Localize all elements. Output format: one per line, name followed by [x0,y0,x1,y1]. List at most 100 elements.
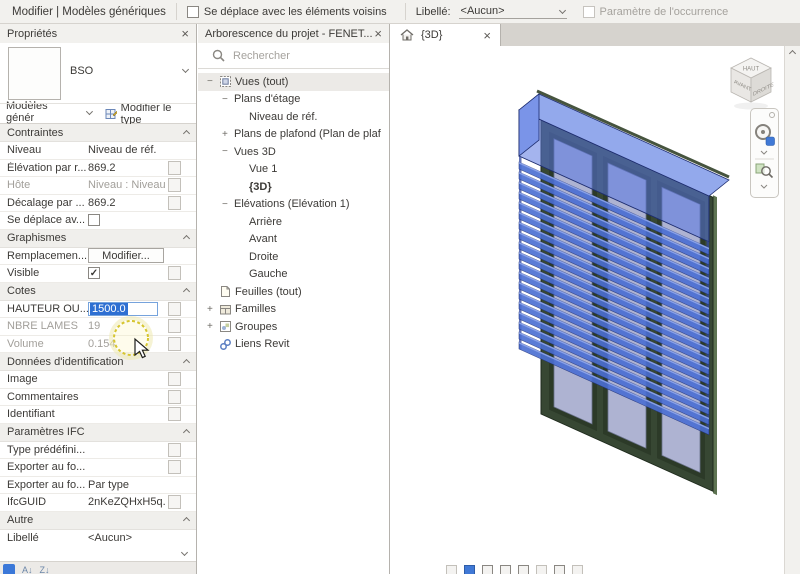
section-header[interactable]: Paramètres IFC [0,424,196,442]
expand-icon[interactable]: + [207,304,219,315]
associate-parameter-button[interactable] [168,337,181,351]
tree-item[interactable]: Feuilles (tout) [198,283,389,301]
collapse-icon[interactable]: − [222,199,234,210]
viewcube[interactable]: HAUT AVANT DROITE [731,58,774,110]
property-value[interactable]: 1500.0 [88,302,166,316]
tree-item[interactable]: Arrière [198,213,389,231]
collapse-icon[interactable] [183,288,190,295]
collapse-icon[interactable] [183,429,190,436]
edit-type-button[interactable]: Modifier le type [105,102,190,126]
associate-parameter-button[interactable] [168,161,181,175]
isolate-icon[interactable] [572,565,583,574]
canvas-scrollbar[interactable] [784,46,800,574]
crop-view-icon[interactable] [536,565,547,574]
property-value[interactable]: 19 [88,320,166,332]
sun-path-icon[interactable] [500,565,511,574]
navbar-options-icon[interactable] [770,113,775,118]
close-icon[interactable]: × [374,27,382,40]
collapse-icon[interactable]: − [207,76,219,87]
property-value[interactable]: 869.2 [88,197,166,209]
chevron-down-icon[interactable] [182,66,189,73]
tree-item[interactable]: +Familles [198,301,389,319]
property-value[interactable]: 2nKeZQHxH5q... [88,496,166,508]
value-input[interactable]: 1500.0 [88,302,158,316]
tree-item[interactable]: Gauche [198,266,389,284]
associate-parameter-button[interactable] [168,266,181,280]
associate-parameter-button[interactable] [168,443,181,457]
visual-style-icon[interactable] [482,565,493,574]
expand-icon[interactable]: + [207,321,219,332]
sort-ascending-icon[interactable]: A↓ [22,564,33,574]
view-tab-3d[interactable]: {3D} × [391,24,501,46]
zoom-icon[interactable] [762,167,770,175]
collapse-icon[interactable]: − [222,94,234,105]
associate-parameter-button[interactable] [168,302,181,316]
model-3d-bso-window[interactable]: HAUT AVANT DROITE [391,46,784,574]
close-icon[interactable]: × [181,27,189,40]
home-icon[interactable] [400,29,414,41]
detail-level-icon[interactable] [464,565,475,574]
property-value[interactable]: 869.2 [88,162,166,174]
type-selector[interactable]: BSO [0,43,196,104]
section-header[interactable]: Contraintes [0,124,196,142]
associate-parameter-button[interactable] [168,495,181,509]
tree-item[interactable]: +Groupes [198,318,389,336]
neighbors-option[interactable]: Se déplace avec les éléments voisins [187,6,387,18]
collapse-icon[interactable] [183,129,190,136]
tree-item[interactable]: −Vues (tout) [198,73,389,91]
tree-item[interactable]: Vue 1 [198,161,389,179]
properties-help-icon[interactable] [3,564,15,574]
associate-parameter-button[interactable] [168,196,181,210]
grid-scroll-hint[interactable] [0,546,196,561]
section-header[interactable]: Graphismes [0,230,196,248]
label-dropdown[interactable]: <Aucun> [459,4,567,19]
tree-item[interactable]: +Plans de plafond (Plan de plaf [198,126,389,144]
crop-region-icon[interactable] [554,565,565,574]
shadows-icon[interactable] [518,565,529,574]
tree-item[interactable]: Liens Revit [198,336,389,354]
tree-item[interactable]: −Plans d'étage [198,91,389,109]
scroll-up-icon[interactable] [789,50,796,57]
collapse-icon[interactable] [183,358,190,365]
property-value[interactable]: 0.154 [88,338,166,350]
chevron-down-icon[interactable] [761,151,767,154]
associate-parameter-button[interactable] [168,178,181,192]
checkbox-checked[interactable]: ✓ [88,267,100,279]
property-value[interactable]: ✓ [88,267,166,279]
collapse-icon[interactable]: − [222,146,234,157]
tree-item[interactable]: Droite [198,248,389,266]
associate-parameter-button[interactable] [168,372,181,386]
modify-button[interactable]: Modifier... [88,248,164,263]
property-value[interactable] [88,214,166,226]
checkbox-unchecked[interactable] [88,214,100,226]
property-value[interactable]: Niveau de réf. [88,144,166,156]
associate-parameter-button[interactable] [168,460,181,474]
tree-item[interactable]: Niveau de réf. [198,108,389,126]
tree-item[interactable]: Avant [198,231,389,249]
collapse-icon[interactable] [183,235,190,242]
section-header[interactable]: Données d'identification [0,353,196,371]
expand-icon[interactable]: + [222,129,234,140]
tree-item[interactable]: {3D} [198,178,389,196]
property-value[interactable]: <Aucun> [88,532,166,544]
neighbors-checkbox[interactable] [187,6,199,18]
associate-parameter-button[interactable] [168,390,181,404]
section-header[interactable]: Cotes [0,283,196,301]
property-value[interactable]: Niveau : Niveau... [88,179,166,191]
tree-item[interactable]: −Elévations (Elévation 1) [198,196,389,214]
drawing-canvas[interactable]: HAUT AVANT DROITE [391,46,800,574]
view-control-bar[interactable] [446,565,583,574]
property-value[interactable]: Modifier... [88,248,166,263]
close-icon[interactable]: × [483,29,491,42]
scale-icon[interactable] [446,565,457,574]
chevron-down-icon[interactable] [761,185,767,188]
sort-descending-icon[interactable]: Z↓ [40,564,50,574]
tree-item[interactable]: −Vues 3D [198,143,389,161]
navigation-bar[interactable] [750,108,779,198]
collapse-icon[interactable] [183,517,190,524]
associate-parameter-button[interactable] [168,319,181,333]
browser-search[interactable]: Rechercher [198,43,389,69]
section-header[interactable]: Autre [0,512,196,530]
properties-filter-dropdown[interactable]: Modèles génér [6,100,94,127]
associate-parameter-button[interactable] [168,407,181,421]
